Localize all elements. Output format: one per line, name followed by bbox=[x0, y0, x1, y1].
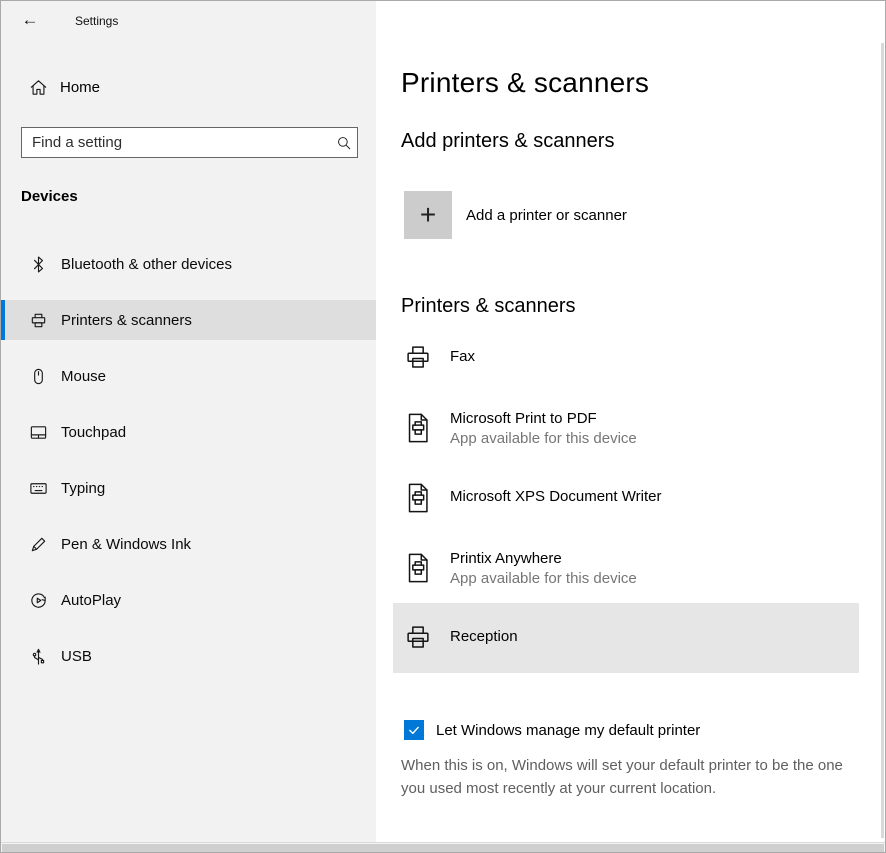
printer-row-xps-writer[interactable]: Microsoft XPS Document Writer bbox=[393, 463, 859, 533]
main-content: Printers & scanners Add printers & scann… bbox=[376, 1, 885, 852]
sidebar-item-label: Pen & Windows Ink bbox=[61, 536, 191, 553]
printer-row-printix-anywhere[interactable]: Printix Anywhere App available for this … bbox=[393, 533, 859, 603]
sidebar-item-label: USB bbox=[61, 648, 92, 665]
horizontal-scrollbar-thumb[interactable] bbox=[2, 844, 884, 852]
printer-name: Reception bbox=[450, 628, 518, 645]
mouse-icon bbox=[29, 367, 48, 386]
default-printer-toggle-row[interactable]: Let Windows manage my default printer bbox=[404, 720, 700, 740]
back-arrow-icon: ← bbox=[22, 10, 39, 29]
checkmark-icon bbox=[407, 723, 421, 737]
printer-document-icon bbox=[401, 411, 435, 445]
keyboard-icon bbox=[29, 479, 48, 498]
selected-accent-bar bbox=[1, 300, 5, 340]
printer-icon bbox=[401, 341, 435, 375]
home-label: Home bbox=[60, 79, 100, 96]
sidebar-item-printers[interactable]: Printers & scanners bbox=[1, 300, 376, 340]
default-printer-description: When this is on, Windows will set your d… bbox=[401, 754, 865, 800]
sidebar-item-label: Touchpad bbox=[61, 424, 126, 441]
autoplay-icon bbox=[29, 591, 48, 610]
printer-status: App available for this device bbox=[450, 430, 637, 447]
bluetooth-icon bbox=[29, 255, 48, 274]
usb-icon bbox=[29, 647, 48, 666]
sidebar-section-title: Devices bbox=[21, 188, 78, 205]
search-icon[interactable] bbox=[331, 135, 357, 151]
sidebar-item-label: Bluetooth & other devices bbox=[61, 256, 232, 273]
vertical-scrollbar[interactable] bbox=[881, 43, 884, 838]
sidebar-item-label: Printers & scanners bbox=[61, 312, 192, 329]
sidebar: ← Settings Home Devices bbox=[1, 1, 376, 852]
touchpad-icon bbox=[29, 423, 48, 442]
sidebar-item-typing[interactable]: Typing bbox=[1, 468, 376, 508]
sidebar-item-touchpad[interactable]: Touchpad bbox=[1, 412, 376, 452]
default-printer-label: Let Windows manage my default printer bbox=[436, 722, 700, 739]
printer-row-fax[interactable]: Fax bbox=[393, 323, 859, 393]
printer-name: Microsoft XPS Document Writer bbox=[450, 488, 661, 505]
sidebar-item-home[interactable]: Home bbox=[1, 71, 376, 103]
back-button[interactable]: ← bbox=[11, 3, 49, 37]
sidebar-item-usb[interactable]: USB bbox=[1, 636, 376, 676]
sidebar-item-label: AutoPlay bbox=[61, 592, 121, 609]
add-section-title: Add printers & scanners bbox=[401, 130, 614, 153]
printer-name: Microsoft Print to PDF bbox=[450, 410, 637, 427]
plus-icon: + bbox=[404, 191, 452, 239]
printer-status: App available for this device bbox=[450, 570, 637, 587]
sidebar-item-pen[interactable]: Pen & Windows Ink bbox=[1, 524, 376, 564]
page-title: Printers & scanners bbox=[401, 67, 649, 99]
printer-row-print-to-pdf[interactable]: Microsoft Print to PDF App available for… bbox=[393, 393, 859, 463]
printer-list: Fax Microsoft Print to PDF App bbox=[393, 323, 859, 673]
sidebar-item-autoplay[interactable]: AutoPlay bbox=[1, 580, 376, 620]
add-printer-button[interactable]: + Add a printer or scanner bbox=[404, 191, 627, 239]
printer-name: Printix Anywhere bbox=[450, 550, 637, 567]
sidebar-item-mouse[interactable]: Mouse bbox=[1, 356, 376, 396]
printer-icon bbox=[29, 311, 48, 330]
default-printer-checkbox[interactable] bbox=[404, 720, 424, 740]
printers-section-title: Printers & scanners bbox=[401, 295, 576, 318]
sidebar-item-label: Mouse bbox=[61, 368, 106, 385]
search-input[interactable] bbox=[22, 128, 331, 157]
printer-document-icon bbox=[401, 551, 435, 585]
printer-row-reception[interactable]: Reception bbox=[393, 603, 859, 673]
printer-name: Fax bbox=[450, 348, 475, 365]
printer-document-icon bbox=[401, 481, 435, 515]
home-icon bbox=[29, 78, 48, 97]
search-box bbox=[21, 127, 358, 158]
sidebar-nav: Bluetooth & other devices Printers & sca… bbox=[1, 244, 376, 692]
sidebar-item-bluetooth[interactable]: Bluetooth & other devices bbox=[1, 244, 376, 284]
add-printer-label: Add a printer or scanner bbox=[466, 207, 627, 224]
printer-icon bbox=[401, 621, 435, 655]
settings-window: ← Settings Home Devices bbox=[0, 0, 886, 853]
pen-icon bbox=[29, 535, 48, 554]
sidebar-item-label: Typing bbox=[61, 480, 105, 497]
app-title: Settings bbox=[75, 14, 118, 28]
horizontal-scrollbar-track bbox=[1, 842, 885, 852]
